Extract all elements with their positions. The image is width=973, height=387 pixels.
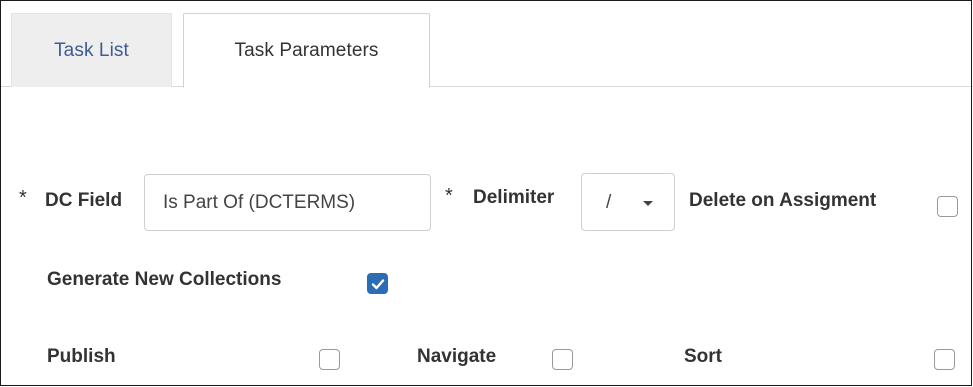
generate-new-collections-checkbox[interactable] — [367, 273, 388, 294]
chevron-down-icon — [643, 201, 653, 206]
delimiter-select[interactable]: / — [581, 173, 675, 231]
dc-field-required-marker: * — [19, 187, 27, 209]
checkmark-icon — [371, 279, 385, 290]
sort-checkbox[interactable] — [934, 349, 955, 370]
navigate-label: Navigate — [417, 346, 497, 367]
dc-field-input[interactable] — [144, 174, 431, 231]
tab-task-parameters[interactable]: Task Parameters — [183, 13, 430, 88]
sort-label: Sort — [684, 346, 722, 367]
dc-field-label: DC Field — [45, 190, 123, 211]
tab-task-list[interactable]: Task List — [11, 13, 172, 87]
delimiter-label: Delimiter — [473, 187, 555, 208]
delete-on-assignment-checkbox[interactable] — [937, 196, 958, 217]
delimiter-select-value: / — [606, 192, 612, 213]
publish-checkbox[interactable] — [319, 349, 340, 370]
navigate-checkbox[interactable] — [552, 349, 573, 370]
generate-new-collections-label: Generate New Collections — [47, 269, 282, 290]
tab-task-parameters-label: Task Parameters — [234, 39, 379, 61]
delimiter-required-marker: * — [445, 185, 453, 207]
publish-label: Publish — [47, 346, 116, 367]
delete-on-assignment-label: Delete on Assigment — [689, 190, 877, 211]
tab-bar: Task List Task Parameters — [1, 1, 971, 88]
tab-task-list-label: Task List — [54, 39, 129, 61]
task-parameters-panel: Task List Task Parameters * DC Field * D… — [0, 0, 972, 386]
